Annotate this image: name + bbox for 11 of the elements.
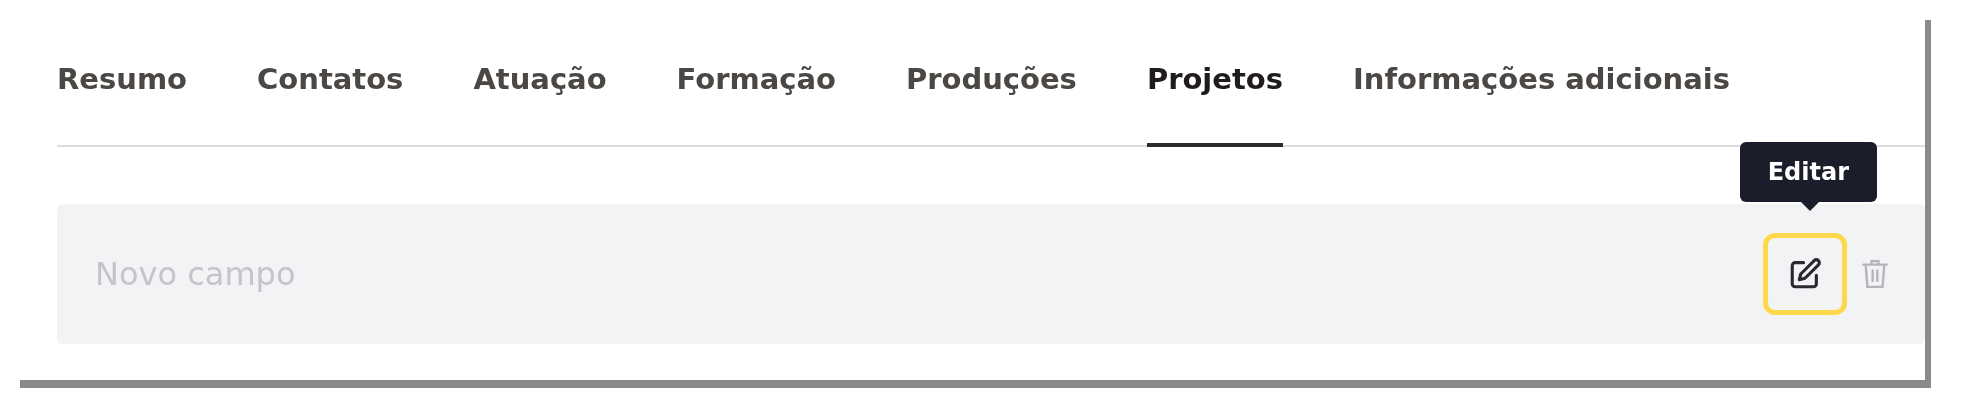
tab[interactable]: Resumo [57,52,188,147]
tab[interactable]: Contatos [257,52,404,147]
tab[interactable]: Projetos [1146,52,1284,147]
tab[interactable]: Informações adicionais [1353,52,1730,147]
tooltip-text: Editar [1767,157,1849,186]
tab[interactable]: Atuação [473,52,607,147]
edit-button[interactable] [1763,232,1847,315]
pencil-square-icon [1788,256,1822,291]
trash-icon [1861,257,1889,290]
tab[interactable]: Formação [676,52,836,147]
tab[interactable]: Produções [905,52,1077,147]
